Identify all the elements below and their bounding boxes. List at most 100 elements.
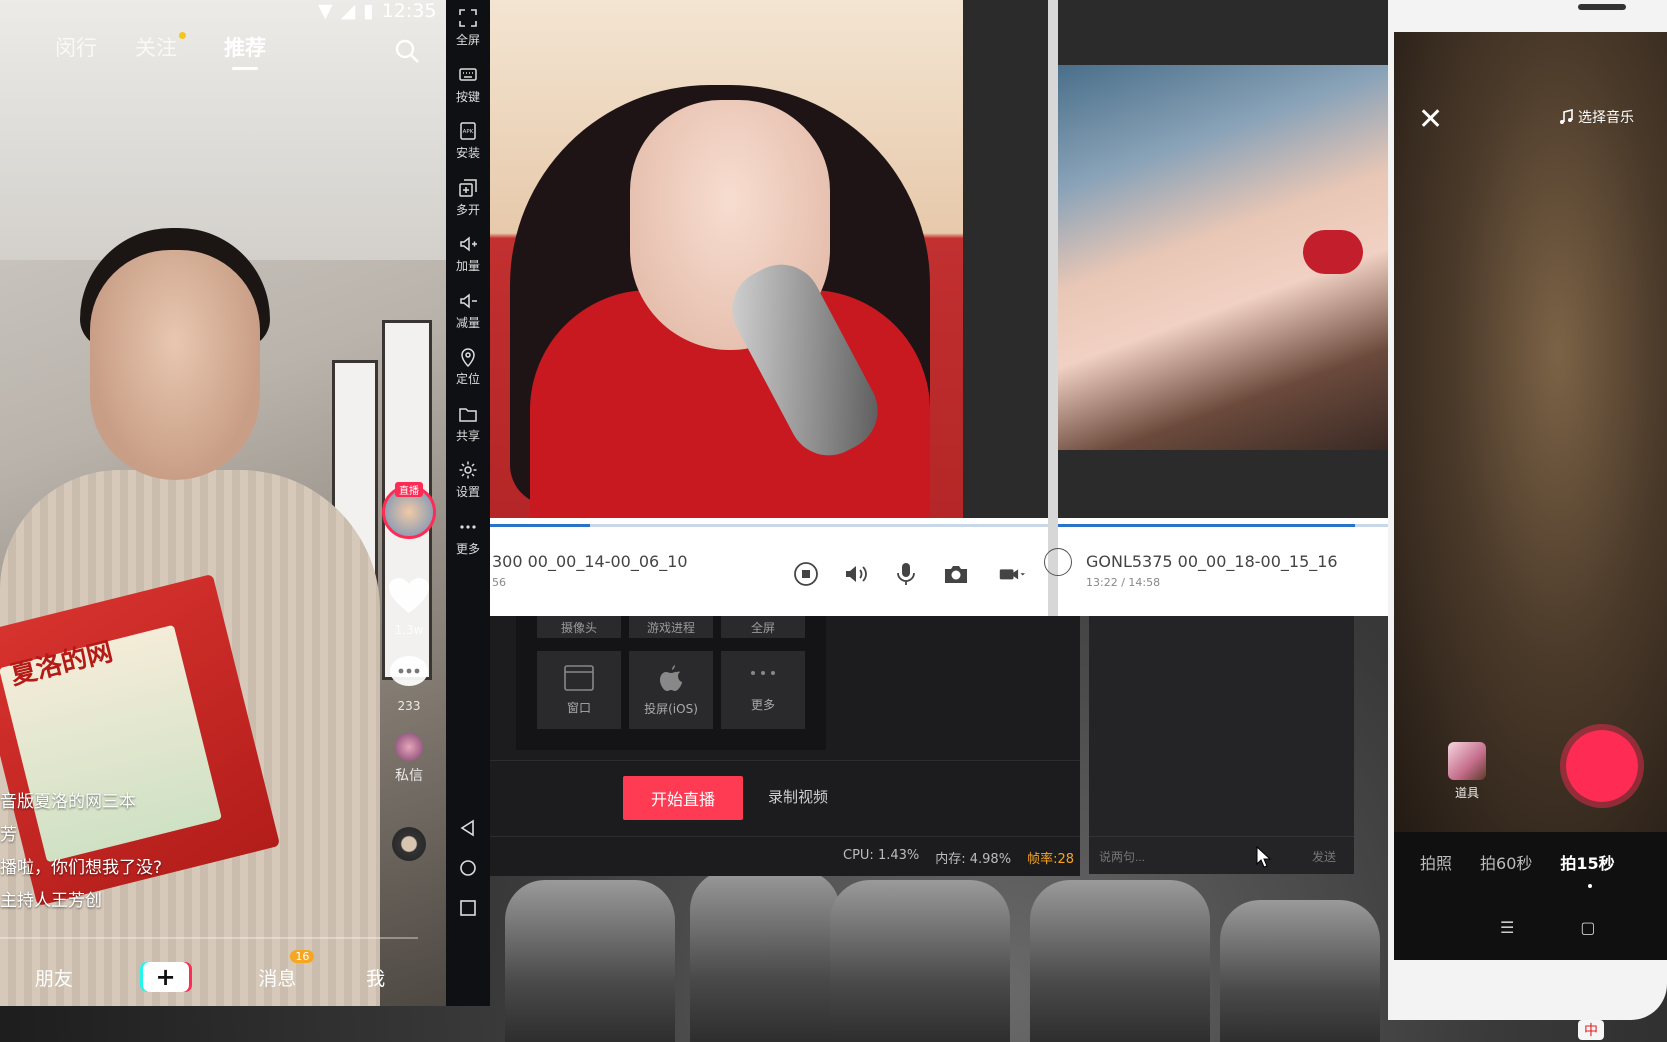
video-progress [0,937,418,939]
emulator-toolbar: 全屏 按键 APK 安装 多开 加量 减量 定位 共享 设置 更多 [446,0,490,1006]
battery-icon: ▮ [363,0,374,22]
chat-input[interactable] [1099,846,1259,868]
status-bar: ▼ ◢ ▮ 12:35 [318,0,436,22]
toolbar-multi[interactable]: 多开 [446,170,490,227]
start-live-button[interactable]: 开始直播 [623,776,743,820]
video-player-1-letterbox [963,0,1048,518]
source-window[interactable]: 窗口 [537,651,621,729]
video-camera-dropdown[interactable] [990,558,1034,590]
ime-indicator: 中 [1578,1020,1604,1040]
more-icon [751,670,775,675]
divider [490,836,1080,837]
player-2-progress[interactable] [1058,524,1388,527]
recents-button[interactable] [446,888,490,928]
like-count: 1.3w [394,623,424,637]
player-2-play-icon[interactable] [1044,548,1072,576]
recents-icon [460,900,476,916]
video-caption: 音版夏洛的网三本 芳 播啦，你们想我了没? 主持人王芳创 [0,788,360,918]
back-button[interactable] [446,808,490,848]
volume-down-icon [460,293,477,309]
memory-usage: 内存: 4.98% [935,852,1012,867]
caption-line: 芳 [0,825,17,845]
player-1-controls: 300 00_00_14-00_06_10 56 [490,518,1048,616]
create-button[interactable]: + [142,962,189,992]
mode-60s[interactable]: 拍60秒 [1480,850,1532,874]
volume-button[interactable] [840,558,872,590]
player-1-time: 56 [492,576,506,589]
apk-icon: APK [460,122,476,140]
nav-messages[interactable]: 消息 16 [258,949,315,991]
fullscreen-icon [459,9,477,28]
like-button[interactable] [388,577,430,619]
music-disc-icon[interactable] [392,827,426,861]
search-icon[interactable] [394,38,420,68]
speaker-icon [846,566,867,582]
back-icon [460,819,474,837]
nav-friends[interactable]: 朋友 [35,964,73,991]
music-note-icon [1560,109,1573,124]
multi-window-icon [459,179,477,197]
window-icon [564,664,594,691]
comment-button[interactable] [389,655,429,695]
phone-left-screen: 夏洛的网 ▼ ◢ ▮ 12:35 闵行 关注 推荐 直播 1.3w 233 私信 [0,0,446,1006]
toolbar-location[interactable]: 定位 [446,339,490,396]
props-button[interactable]: 道具 [1448,742,1486,801]
select-music-button[interactable]: 选择音乐 [1558,107,1634,127]
live-tag: 直播 [395,482,423,497]
cpu-usage: CPU: 1.43% [843,848,920,863]
home-square-icon[interactable]: ▢ [1580,918,1595,937]
source-ios-mirror[interactable]: 投屏(iOS) [629,651,713,729]
mode-15s[interactable]: 拍15秒 [1560,850,1615,888]
close-icon[interactable]: ✕ [1418,102,1443,137]
tab-recommend[interactable]: 推荐 [224,32,266,70]
toolbar-volume-down[interactable]: 减量 [446,283,490,340]
dm-button[interactable]: 私信 [395,733,423,785]
camera-icon [945,566,967,583]
toolbar-keys[interactable]: 按键 [446,57,490,114]
more-icon [460,525,476,529]
volume-up-icon [460,236,477,252]
toolbar-install[interactable]: APK 安装 [446,113,490,170]
creator-avatar[interactable]: 直播 [382,482,436,539]
player-2-controls: GONL5375 00_00_18-00_15_16 13:22 / 14:58 [1044,518,1388,616]
record-video-button[interactable]: 录制视频 [768,786,828,807]
menu-icon[interactable]: ☰ [1500,918,1514,937]
home-icon [460,860,476,876]
new-dot [179,32,186,39]
comment-icon [390,656,428,686]
record-button[interactable] [1560,724,1644,808]
video-player-1-frame [490,0,963,518]
toolbar-fullscreen[interactable]: 全屏 [446,0,490,57]
feed-tabs: 闵行 关注 推荐 [55,32,266,70]
home-button[interactable] [446,848,490,888]
stop-button[interactable] [790,558,822,590]
tab-local[interactable]: 闵行 [55,32,97,62]
mic-button[interactable] [890,558,922,590]
performance-stats: CPU: 1.43% 内存: 4.98% 帧率:28 [843,848,1074,867]
svg-text:APK: APK [463,129,474,135]
source-more[interactable]: 更多 [721,651,805,729]
toolbar-settings[interactable]: 设置 [446,452,490,509]
dm-label: 私信 [395,768,423,784]
camera-preview [1394,32,1667,832]
player-2-time: 13:22 / 14:58 [1086,576,1161,589]
panel-divider [1048,0,1058,616]
comment-count: 233 [397,699,421,713]
tab-following[interactable]: 关注 [135,32,186,62]
snapshot-button[interactable] [940,558,972,590]
mode-photo[interactable]: 拍照 [1420,850,1452,874]
source-tab-camera[interactable]: 摄像头 [537,616,621,638]
nav-me[interactable]: 我 [366,964,385,991]
gear-icon [459,461,477,479]
player-1-title: 300 00_00_14-00_06_10 [492,552,688,571]
toolbar-more[interactable]: 更多 [446,509,490,566]
caption-line: 播啦，你们想我了没? [0,858,163,878]
toolbar-volume-up[interactable]: 加量 [446,226,490,283]
toolbar-share[interactable]: 共享 [446,396,490,453]
chat-send-button[interactable]: 发送 [1312,848,1336,865]
player-1-progress[interactable] [490,524,1048,527]
source-tab-game[interactable]: 游戏进程 [629,616,713,638]
microphone-icon [897,563,915,585]
source-tab-fullscreen[interactable]: 全屏 [721,616,805,638]
messages-badge: 16 [290,949,315,963]
